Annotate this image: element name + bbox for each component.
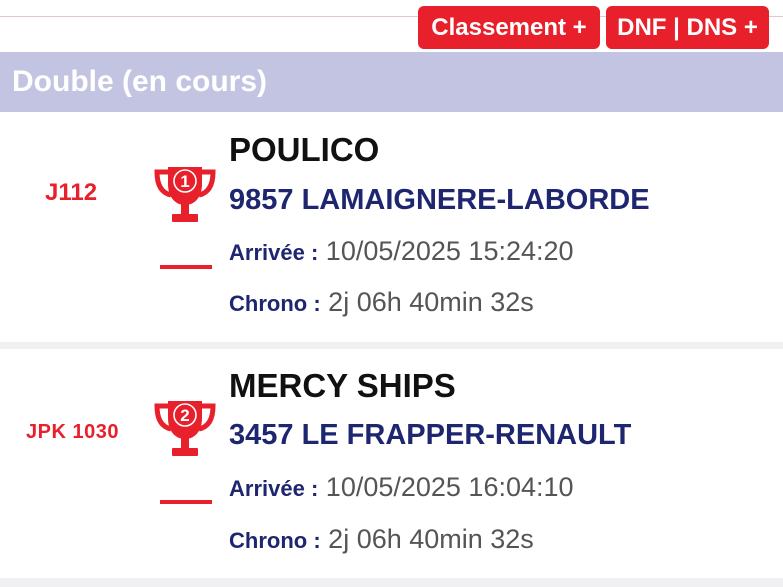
arrivee-label: Arrivée : (229, 476, 319, 501)
rank-dash (160, 500, 212, 504)
arrivee-value: 10/05/2025 15:24:20 (325, 236, 574, 266)
trophy-icon: 2 (152, 398, 218, 464)
chrono-label: Chrono : (229, 528, 321, 553)
row-separator (0, 578, 783, 587)
boat-name: POULICO (229, 131, 380, 168)
arrivee-label: Arrivée : (229, 240, 319, 265)
crew-name: 9857 LAMAIGNERE-LABORDE (229, 184, 650, 216)
crew-name: 3457 LE FRAPPER-RENAULT (229, 419, 632, 451)
rank-number: 1 (180, 172, 190, 191)
chrono-line: Chrono : 2j 06h 40min 32s (229, 524, 534, 555)
trophy-icon: 1 (152, 164, 218, 230)
rank-number: 2 (180, 406, 190, 425)
arrivee-line: Arrivée : 10/05/2025 15:24:20 (229, 236, 574, 267)
sail-number: JPK 1030 (26, 421, 119, 443)
section-header: Double (en cours) (0, 52, 783, 112)
dnf-dns-button[interactable]: DNF | DNS + (606, 6, 769, 49)
arrivee-line: Arrivée : 10/05/2025 16:04:10 (229, 472, 574, 503)
result-row[interactable]: JPK 1030 2 MERCY SHIPS 3457 LE FRAPPER-R… (0, 349, 783, 578)
classement-button[interactable]: Classement + (418, 6, 600, 49)
chrono-value: 2j 06h 40min 32s (328, 524, 534, 554)
rank-dash (160, 265, 212, 269)
boat-name: MERCY SHIPS (229, 367, 456, 404)
chrono-value: 2j 06h 40min 32s (328, 287, 534, 317)
chrono-label: Chrono : (229, 291, 321, 316)
sail-number: J112 (45, 179, 98, 206)
arrivee-value: 10/05/2025 16:04:10 (325, 472, 574, 502)
row-separator (0, 342, 783, 349)
chrono-line: Chrono : 2j 06h 40min 32s (229, 287, 534, 318)
result-row[interactable]: J112 1 POULICO 9857 LAMAIGNERE-LABORDE A… (0, 112, 783, 342)
